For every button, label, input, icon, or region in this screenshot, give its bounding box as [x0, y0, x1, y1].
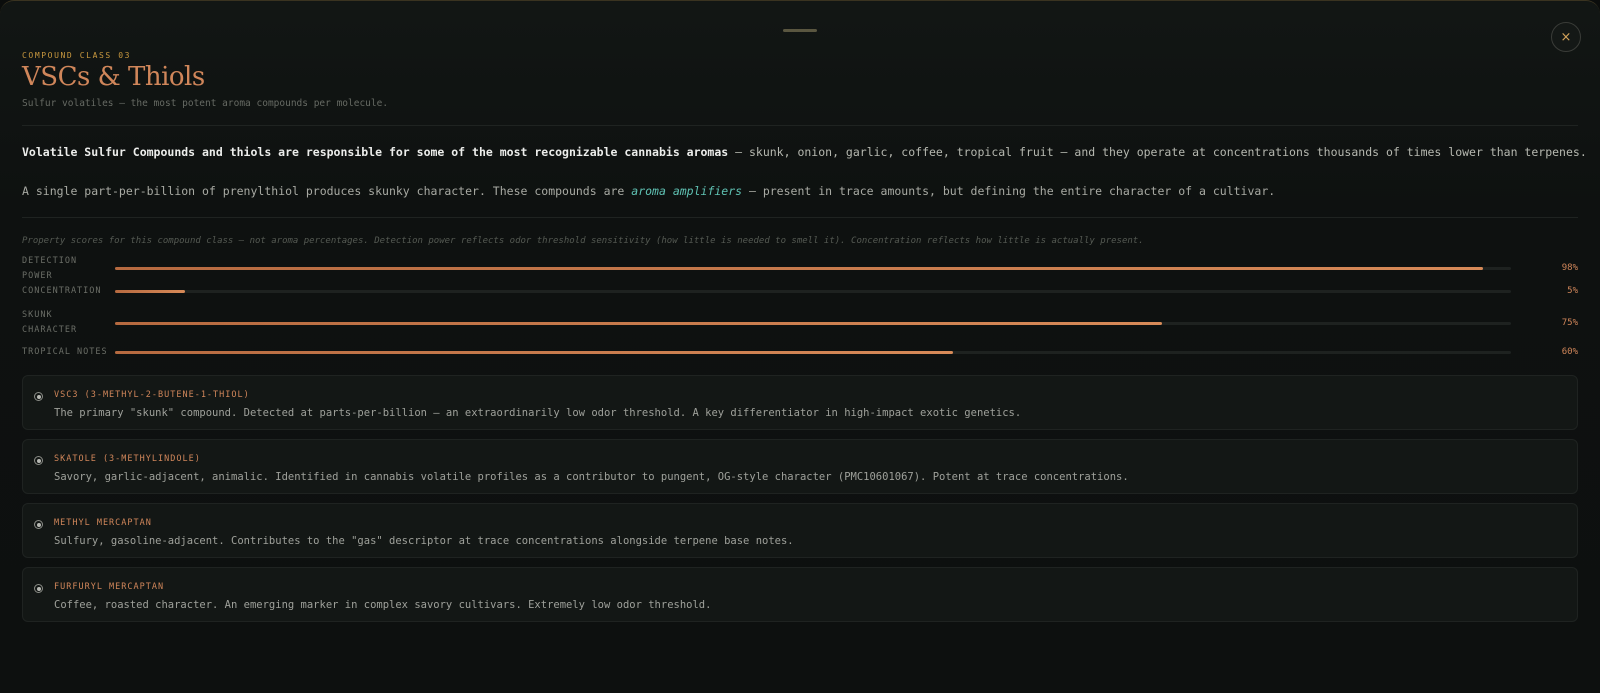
property-track — [115, 351, 1511, 354]
compound-card[interactable]: SKATOLE (3-METHYLINDOLE) Savory, garlic-… — [22, 439, 1578, 494]
radio-dot-icon — [34, 584, 43, 593]
property-fill — [115, 267, 1484, 270]
property-bars: DETECTION POWER 98% CONCENTRATION 5% SKU… — [22, 254, 1578, 367]
compound-card[interactable]: METHYL MERCAPTAN Sulfury, gasoline-adjac… — [22, 503, 1578, 558]
drag-handle[interactable] — [783, 29, 817, 32]
compound-description: The primary "skunk" compound. Detected a… — [54, 407, 1022, 419]
divider — [22, 217, 1578, 218]
radio-dot-icon — [34, 520, 43, 529]
page-title: VSCs & Thiols — [22, 62, 205, 92]
compound-description: Sulfury, gasoline-adjacent. Contributes … — [54, 535, 794, 547]
compound-name: SKATOLE (3-METHYLINDOLE) — [54, 454, 201, 464]
compound-name: VSC3 (3-METHYL-2-BUTENE-1-THIOL) — [54, 390, 250, 400]
page-subtitle: Sulfur volatiles — the most potent aroma… — [22, 98, 389, 109]
compound-card[interactable]: VSC3 (3-METHYL-2-BUTENE-1-THIOL) The pri… — [22, 375, 1578, 430]
property-row-concentration: CONCENTRATION 5% — [22, 284, 1578, 308]
aroma-amplifiers-highlight: aroma amplifiers — [631, 184, 743, 198]
compound-list: VSC3 (3-METHYL-2-BUTENE-1-THIOL) The pri… — [22, 375, 1578, 622]
divider — [22, 125, 1578, 126]
intro-paragraph-1: Volatile Sulfur Compounds and thiols are… — [22, 145, 1587, 159]
property-label: SKUNK CHARACTER — [22, 310, 78, 335]
intro-paragraph-2: A single part-per-billion of prenylthiol… — [22, 184, 1578, 198]
property-value: 5% — [1567, 286, 1578, 296]
property-row-detection: DETECTION POWER 98% — [22, 254, 1578, 284]
close-button[interactable]: × — [1551, 22, 1581, 52]
property-fill — [115, 290, 185, 293]
compound-name: FURFURYL MERCAPTAN — [54, 582, 165, 592]
compound-name: METHYL MERCAPTAN — [54, 518, 152, 528]
compound-description: Savory, garlic-adjacent, animalic. Ident… — [54, 471, 1129, 483]
property-row-tropical: TROPICAL NOTES 60% — [22, 345, 1578, 367]
sheet-content: COMPOUND CLASS 03 VSCs & Thiols Sulfur v… — [22, 51, 1587, 631]
property-track — [115, 322, 1511, 325]
property-label: CONCENTRATION — [22, 286, 102, 296]
property-scores-note: Property scores for this compound class … — [22, 236, 1144, 246]
property-track — [115, 290, 1511, 293]
property-value: 60% — [1561, 347, 1578, 357]
radio-dot-icon — [34, 456, 43, 465]
compound-card[interactable]: FURFURYL MERCAPTAN Coffee, roasted chara… — [22, 567, 1578, 622]
intro-bold: Volatile Sulfur Compounds and thiols are… — [22, 145, 729, 159]
compound-class-eyebrow: COMPOUND CLASS 03 — [22, 51, 132, 60]
property-value: 98% — [1561, 263, 1578, 273]
property-label: DETECTION POWER — [22, 256, 78, 281]
close-icon: × — [1560, 29, 1572, 45]
compound-description: Coffee, roasted character. An emerging m… — [54, 599, 712, 611]
property-row-skunk: SKUNK CHARACTER 75% — [22, 308, 1578, 345]
property-fill — [115, 322, 1162, 325]
intro-p2-start: A single part-per-billion of prenylthiol… — [22, 184, 632, 198]
radio-dot-icon — [34, 392, 43, 401]
compound-detail-sheet: × COMPOUND CLASS 03 VSCs & Thiols Sulfur… — [0, 0, 1600, 693]
intro-p2-end: — present in trace amounts, but defining… — [742, 184, 1276, 198]
property-track — [115, 267, 1511, 270]
intro-rest: — skunk, onion, garlic, coffee, tropical… — [728, 145, 1587, 159]
property-value: 75% — [1561, 318, 1578, 328]
property-fill — [115, 351, 953, 354]
